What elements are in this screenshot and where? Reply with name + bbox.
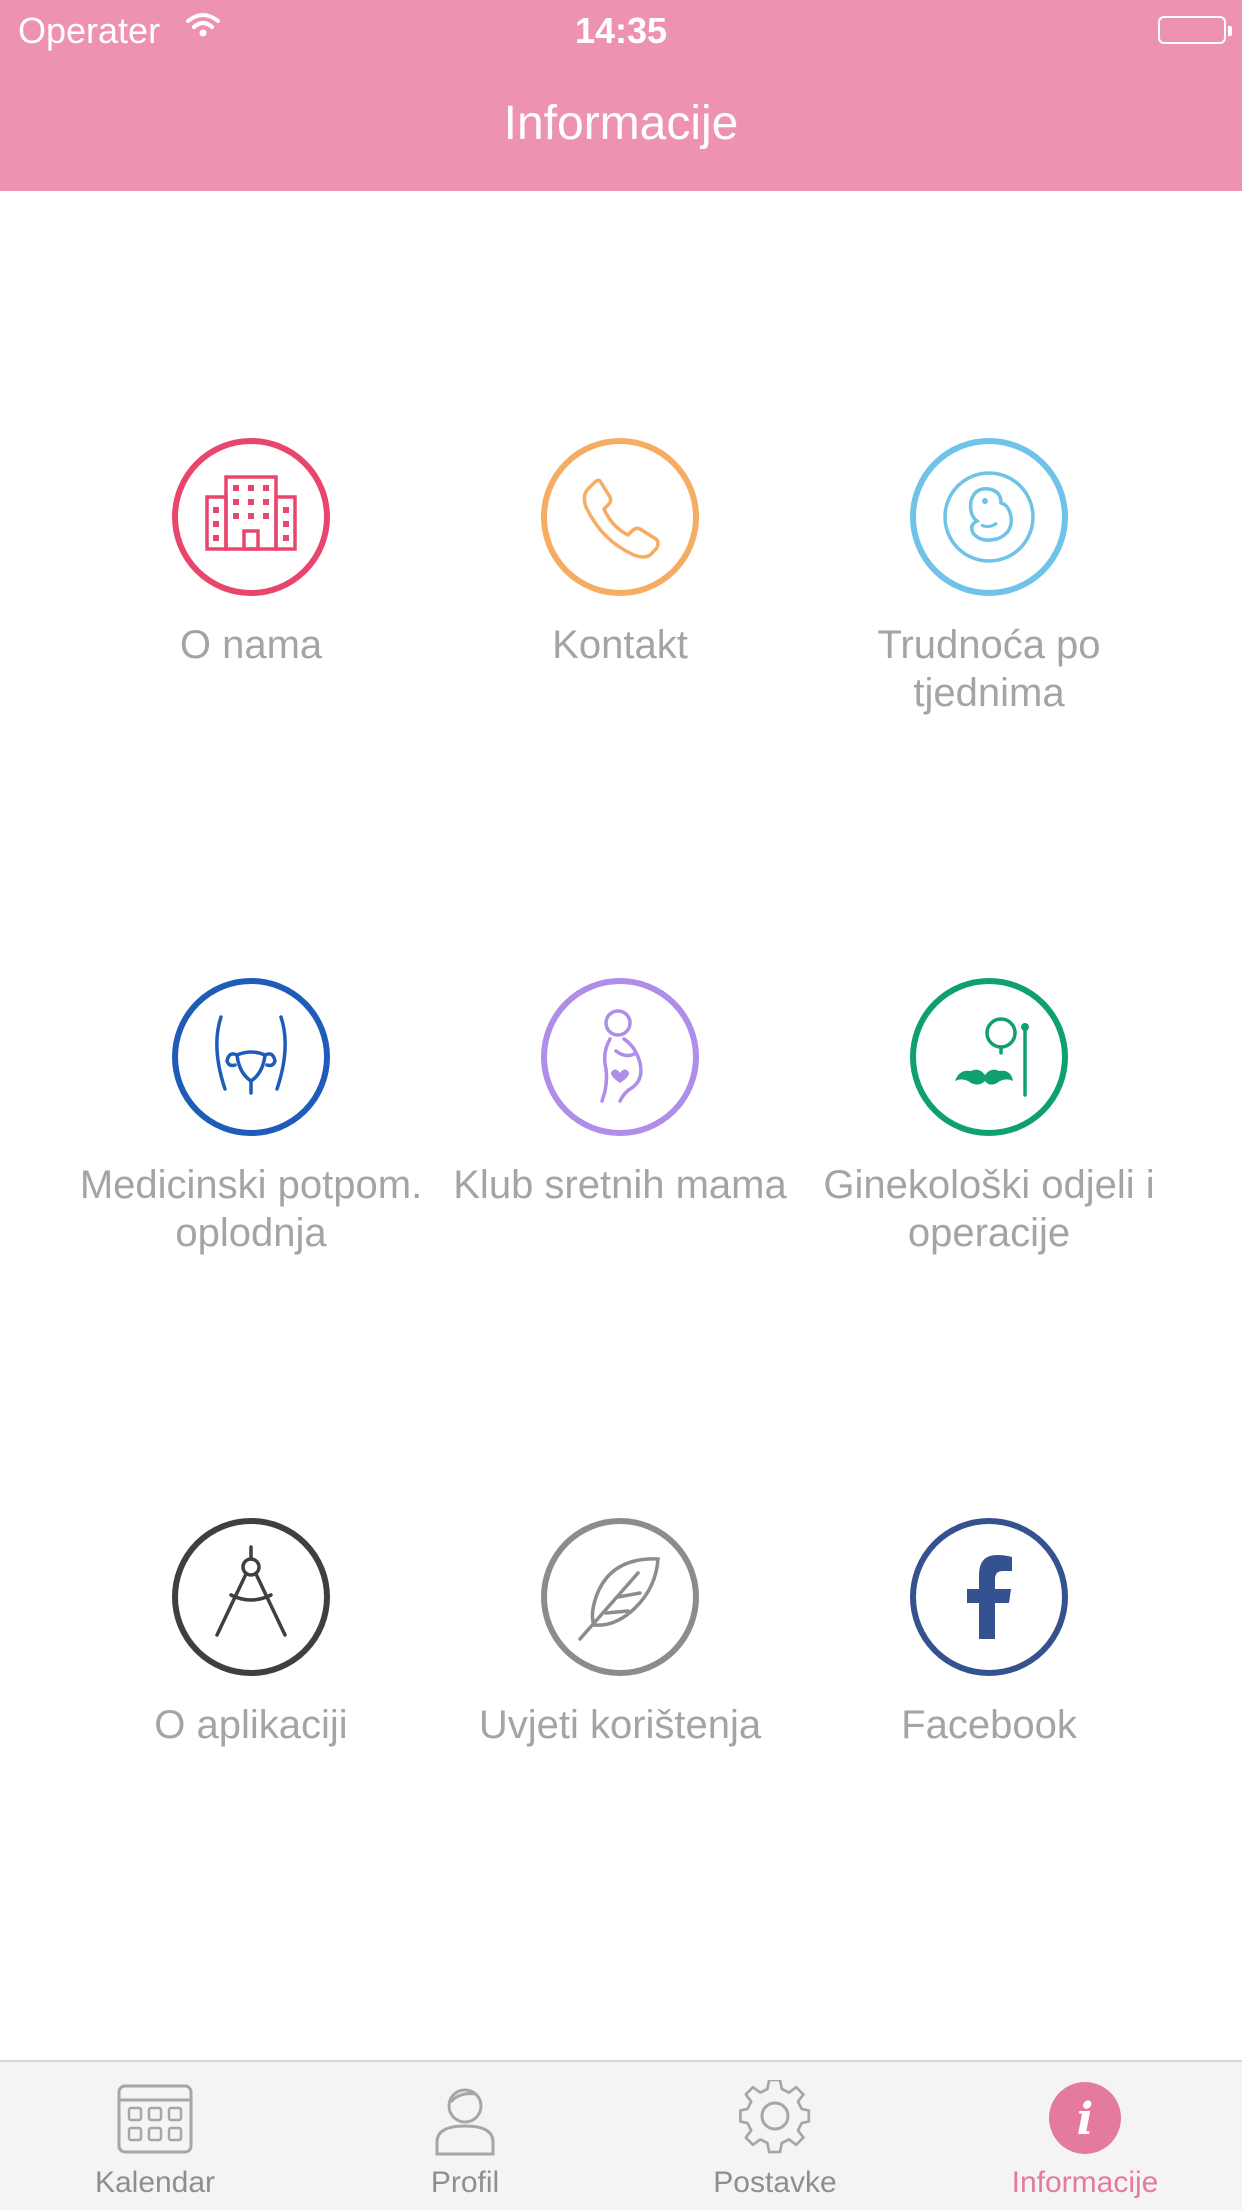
tab-kalendar[interactable]: Kalendar (0, 2080, 310, 2200)
menu-item-label: Klub sretnih mama (453, 1163, 787, 1207)
tab-label: Kalendar (94, 2166, 216, 2199)
compass-icon (172, 1518, 330, 1676)
facebook-icon (910, 1518, 1068, 1676)
status-bar: Operater 14:35 (0, 0, 1242, 62)
menu-item-label: O nama (179, 623, 323, 667)
menu-item-o-aplikaciji[interactable]: O aplikaciji (71, 1517, 431, 1749)
battery-icon (1158, 16, 1232, 44)
tab-label: Profil (430, 2166, 500, 2199)
menu-item-label: Ginekološki odjeli i operacije (823, 1163, 1155, 1255)
pregnant-mother-icon (541, 978, 699, 1136)
phone-icon (541, 438, 699, 596)
menu-item-kontakt[interactable]: Kontakt (440, 437, 800, 669)
menu-item-label: Trudnoća po tjednima (877, 623, 1101, 715)
quill-feather-icon (541, 1518, 699, 1676)
status-time: 14:35 (574, 10, 668, 51)
uterus-icon (172, 978, 330, 1136)
tab-profil[interactable]: Profil (310, 2080, 620, 2200)
menu-item-klub-sretnih-mama[interactable]: Klub sretnih mama (440, 977, 800, 1209)
tab-label: Informacije (1011, 2166, 1159, 2199)
menu-item-trudnoca-po-tjednima[interactable]: Trudnoća po tjednima (809, 437, 1169, 717)
menu-item-medicinski-potpom-oplodnja[interactable]: Medicinski potpom. oplodnja (71, 977, 431, 1257)
menu-item-label: Facebook (901, 1703, 1077, 1747)
menu-item-uvjeti-koristenja[interactable]: Uvjeti korištenja (440, 1517, 800, 1749)
navigation-header: Operater 14:35 Informacije (0, 0, 1242, 191)
menu-item-label: Uvjeti korištenja (478, 1703, 762, 1747)
tab-bar: Kalendar Profil Postavke i Informacije (0, 2060, 1242, 2210)
menu-item-ginekoloski-odjeli-i-operacije[interactable]: Ginekološki odjeli i operacije (809, 977, 1169, 1257)
svg-text:i: i (1077, 2094, 1094, 2145)
menu-item-label: Kontakt (552, 623, 688, 667)
profile-icon (435, 2088, 495, 2156)
page-title: Informacije (503, 97, 739, 150)
menu-item-o-nama[interactable]: O nama (71, 437, 431, 669)
doctor-monocle-icon (910, 978, 1068, 1136)
menu-item-label: Medicinski potpom. oplodnja (79, 1163, 423, 1255)
gear-icon (739, 2080, 811, 2154)
tab-label: Postavke (713, 2166, 837, 2199)
menu-item-facebook[interactable]: Facebook (809, 1517, 1169, 1749)
building-icon (172, 438, 330, 596)
info-icon: i (1049, 2082, 1121, 2154)
fetus-icon (910, 438, 1068, 596)
menu-item-label: O aplikaciji (154, 1703, 348, 1747)
calendar-icon (117, 2084, 193, 2154)
tab-postavke[interactable]: Postavke (620, 2080, 930, 2200)
tab-informacije[interactable]: i Informacije (930, 2080, 1240, 2200)
